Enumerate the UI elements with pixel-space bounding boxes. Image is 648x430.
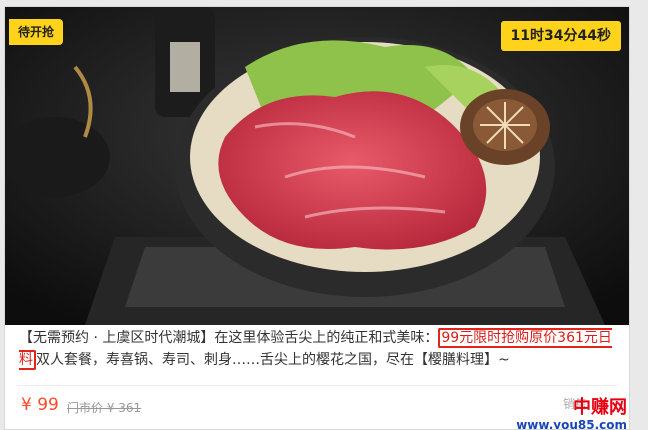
site-watermark: 中赚网 www.you85.com [516, 399, 627, 430]
status-badge: 待开抢 [9, 19, 64, 45]
watermark-url: www.you85.com [516, 418, 627, 430]
divider [17, 385, 617, 386]
deal-photo[interactable]: 待开抢 11时34分44秒 [5, 7, 629, 325]
countdown-timer: 11时34分44秒 [500, 21, 621, 51]
deal-card[interactable]: 待开抢 11时34分44秒 【无需预约 · 上虞区时代潮城】在这里体验舌尖上的纯… [4, 6, 630, 430]
watermark-brand: 中赚网 [573, 397, 627, 418]
deal-description[interactable]: 【无需预约 · 上虞区时代潮城】在这里体验舌尖上的纯正和式美味： 99元限时抢购原… [19, 327, 619, 371]
sukiyaki-image [5, 7, 629, 325]
description-text-part2: 双人套餐，寿喜锅、寿司、刺身……舌尖上的樱花之国，尽在【樱膳料理】~ [36, 352, 510, 368]
description-text-part1: 【无需预约 · 上虞区时代潮城】在这里体验舌尖上的纯正和式美味： [19, 330, 439, 346]
original-price: 门市价 ¥ 361 [67, 401, 142, 415]
deal-price: ¥ 99 [21, 395, 59, 415]
